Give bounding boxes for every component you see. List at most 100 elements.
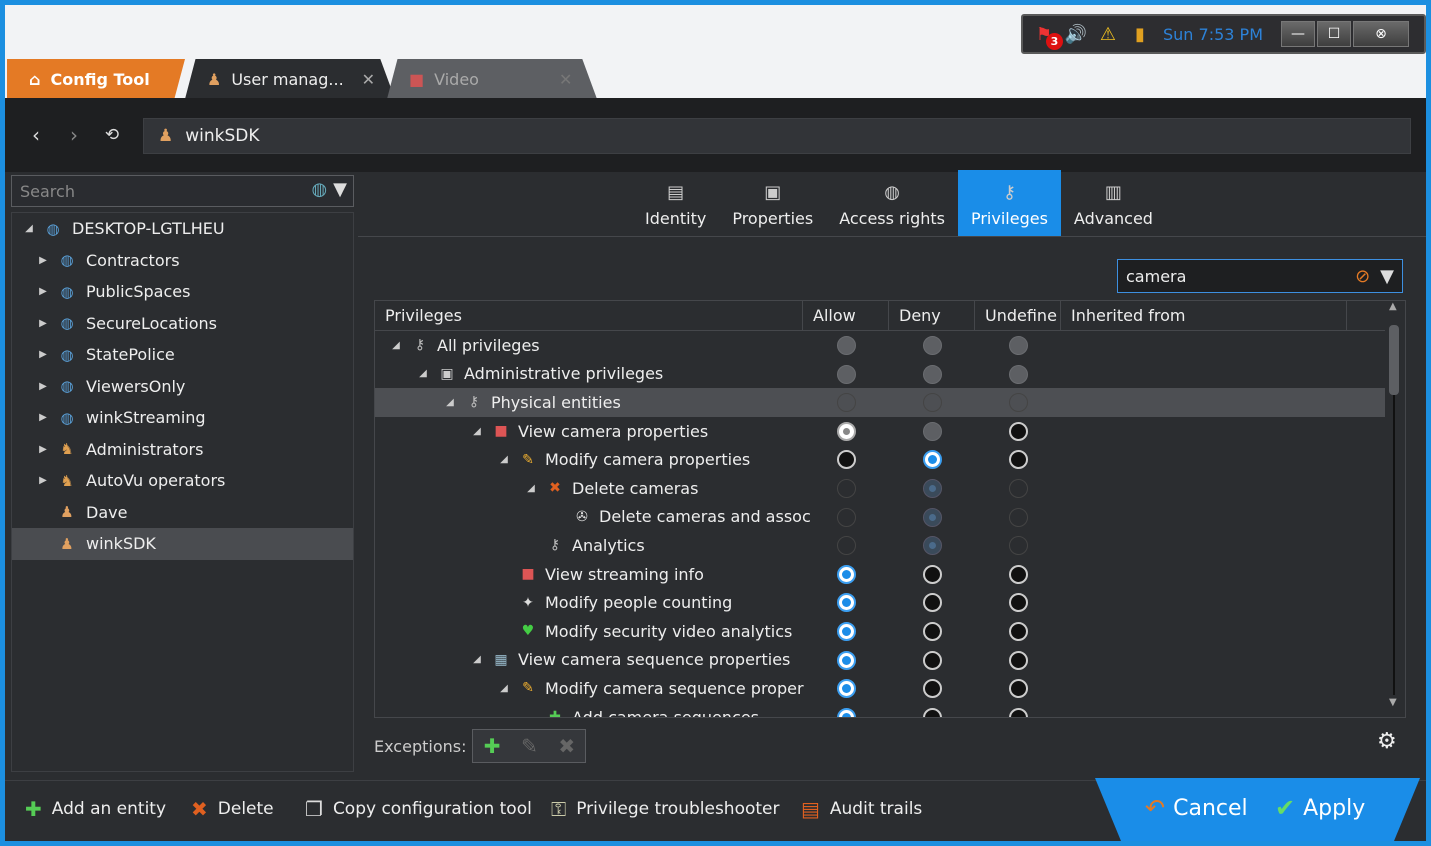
privilege-troubleshooter-button[interactable]: ⚿ Privilege troubleshooter (551, 797, 780, 821)
tab-video[interactable]: ■ Video ✕ (387, 59, 597, 99)
privilege-row[interactable]: ◢ ✖ Delete cameras (375, 474, 1385, 503)
address-bar[interactable]: ♟ winkSDK (143, 118, 1411, 154)
deny-radio[interactable] (923, 450, 942, 470)
clear-filter-icon[interactable]: ⊘ (1355, 266, 1370, 287)
expand-arrow-icon[interactable]: ◢ (22, 223, 36, 234)
tree-item[interactable]: ▶ ◍ SecureLocations (12, 308, 353, 340)
undef-radio[interactable] (1009, 421, 1028, 441)
undef-radio[interactable] (1009, 536, 1028, 556)
globe-search-icon[interactable]: ◍ (311, 179, 327, 200)
allow-radio[interactable] (837, 336, 856, 355)
allow-radio[interactable] (837, 421, 856, 441)
tree-item[interactable]: ♟ winkSDK (12, 528, 353, 560)
audit-trails-button[interactable]: ▤ Audit trails (801, 797, 922, 821)
allow-radio[interactable] (837, 478, 856, 498)
allow-radio[interactable] (837, 707, 856, 717)
privilege-row[interactable]: ✚ Add camera sequences (375, 703, 1385, 717)
tree-item[interactable]: ▶ ◍ winkStreaming (12, 402, 353, 434)
tab-advanced[interactable]: ▥ Advanced (1061, 170, 1166, 237)
privilege-filter-input[interactable]: camera ⊘ ▼ (1117, 259, 1403, 293)
tab-access-rights[interactable]: ◍ Access rights (826, 170, 958, 237)
privilege-row[interactable]: ⚷ Analytics (375, 531, 1385, 560)
minimize-button[interactable]: — (1281, 21, 1315, 47)
undef-radio[interactable] (1009, 679, 1028, 699)
refresh-button[interactable]: ⟲ (99, 122, 125, 148)
allow-radio[interactable] (837, 621, 856, 641)
collapse-arrow-icon[interactable]: ◢ (470, 654, 484, 665)
close-tab-icon[interactable]: ✕ (362, 70, 375, 89)
tab-identity[interactable]: ▤ Identity (632, 170, 719, 237)
add-exception-icon[interactable]: ✚ (484, 734, 501, 758)
filter-icon[interactable]: ▼ (333, 179, 347, 200)
tree-item[interactable]: ◢ ◍ DESKTOP-LGTLHEU (12, 213, 353, 245)
forward-button[interactable]: › (61, 122, 87, 148)
allow-radio[interactable] (837, 507, 856, 527)
tree-item[interactable]: ▶ ◍ Contractors (12, 245, 353, 277)
scroll-thumb[interactable] (1389, 325, 1399, 395)
tab-privileges[interactable]: ⚷ Privileges (957, 170, 1061, 237)
expand-arrow-icon[interactable]: ▶ (36, 412, 50, 423)
collapse-arrow-icon[interactable]: ◢ (470, 426, 484, 437)
privilege-row[interactable]: ◢ ▣ Administrative privileges (375, 360, 1385, 389)
maximize-button[interactable]: ☐ (1317, 21, 1351, 47)
allow-radio[interactable] (837, 650, 856, 670)
privilege-row[interactable]: ■ View streaming info (375, 560, 1385, 589)
undef-radio[interactable] (1009, 593, 1028, 613)
deny-radio[interactable] (923, 507, 942, 527)
tab-config-tool[interactable]: ⌂ Config Tool (7, 59, 185, 99)
scroll-down-icon[interactable]: ▼ (1389, 697, 1397, 708)
scroll-up-icon[interactable]: ▲ (1389, 301, 1397, 312)
deny-radio[interactable] (923, 421, 942, 441)
undef-radio[interactable] (1009, 478, 1028, 498)
allow-radio[interactable] (837, 450, 856, 470)
apply-button[interactable]: ✔ Apply (1275, 794, 1365, 822)
expand-arrow-icon[interactable]: ▶ (36, 286, 50, 297)
collapse-arrow-icon[interactable]: ◢ (389, 340, 403, 351)
delete-exception-icon[interactable]: ✖ (558, 734, 575, 758)
tree-item[interactable]: ▶ ◍ ViewersOnly (12, 371, 353, 403)
grid-scrollbar[interactable]: ▲ ▼ (1387, 301, 1401, 713)
tab-user-management[interactable]: ♟ User manag... ✕ (185, 59, 395, 99)
edit-exception-icon[interactable]: ✎ (521, 734, 538, 758)
entity-search-input[interactable]: Search ◍ ▼ (11, 175, 354, 207)
add-entity-button[interactable]: ✚ Add an entity (25, 797, 166, 821)
undef-radio[interactable] (1009, 393, 1028, 413)
expand-arrow-icon[interactable]: ▶ (36, 255, 50, 266)
undef-radio[interactable] (1009, 507, 1028, 527)
undef-radio[interactable] (1009, 650, 1028, 670)
tree-item[interactable]: ▶ ◍ StatePolice (12, 339, 353, 371)
deny-radio[interactable] (923, 679, 942, 699)
undef-radio[interactable] (1009, 336, 1028, 355)
privilege-row[interactable]: ♥ Modify security video analytics (375, 617, 1385, 646)
settings-gear-icon[interactable]: ⚙ (1377, 729, 1397, 754)
filter-icon[interactable]: ▼ (1380, 266, 1394, 287)
undef-radio[interactable] (1009, 621, 1028, 641)
collapse-arrow-icon[interactable]: ◢ (497, 683, 511, 694)
deny-radio[interactable] (923, 393, 942, 413)
allow-radio[interactable] (837, 564, 856, 584)
collapse-arrow-icon[interactable]: ◢ (416, 368, 430, 379)
privilege-row[interactable]: ◢ ▦ View camera sequence properties (375, 646, 1385, 675)
deny-radio[interactable] (923, 336, 942, 355)
delete-button[interactable]: ✖ Delete (191, 797, 274, 821)
tab-properties[interactable]: ▣ Properties (719, 170, 826, 237)
privilege-row[interactable]: ◢ ■ View camera properties (375, 417, 1385, 446)
privilege-row[interactable]: ◢ ⚷ Physical entities (375, 388, 1385, 417)
back-button[interactable]: ‹ (23, 122, 49, 148)
deny-radio[interactable] (923, 564, 942, 584)
deny-radio[interactable] (923, 364, 942, 384)
undef-radio[interactable] (1009, 450, 1028, 470)
undef-radio[interactable] (1009, 564, 1028, 584)
collapse-arrow-icon[interactable]: ◢ (443, 397, 457, 408)
privilege-row[interactable]: ✦ Modify people counting (375, 588, 1385, 617)
allow-radio[interactable] (837, 393, 856, 413)
deny-radio[interactable] (923, 707, 942, 717)
deny-radio[interactable] (923, 650, 942, 670)
deny-radio[interactable] (923, 536, 942, 556)
copy-configuration-button[interactable]: ❐ Copy configuration tool (305, 797, 532, 821)
allow-radio[interactable] (837, 593, 856, 613)
expand-arrow-icon[interactable]: ▶ (36, 381, 50, 392)
tree-item[interactable]: ▶ ♞ Administrators (12, 434, 353, 466)
close-window-button[interactable]: ⊗ (1353, 21, 1409, 47)
tree-item[interactable]: ▶ ♞ AutoVu operators (12, 465, 353, 497)
